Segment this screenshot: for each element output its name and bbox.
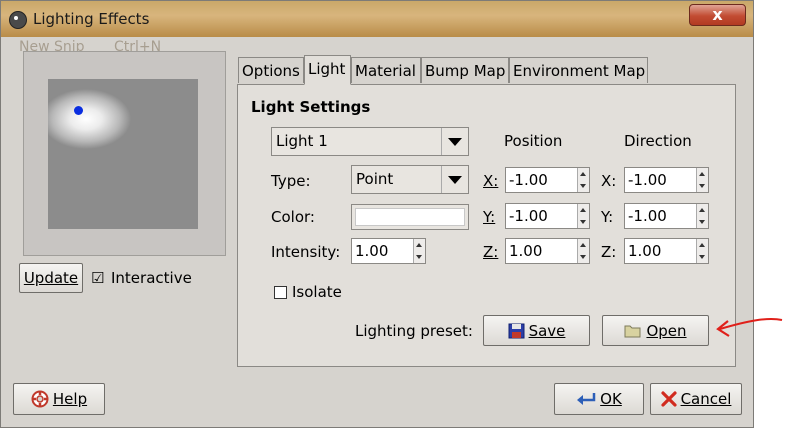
position-z-label: Z: xyxy=(483,243,499,261)
cancel-button[interactable]: Cancel xyxy=(650,383,742,415)
type-label: Type: xyxy=(271,172,311,190)
isolate-checkbox[interactable] xyxy=(274,286,287,299)
light-settings-heading: Light Settings xyxy=(251,98,371,116)
save-preset-button[interactable]: Save xyxy=(483,315,590,346)
help-button[interactable]: Help xyxy=(13,383,105,415)
light-preview[interactable] xyxy=(48,79,198,229)
gimp-app-icon xyxy=(9,11,27,29)
cancel-x-icon xyxy=(660,391,677,407)
ok-button[interactable]: OK xyxy=(554,383,644,415)
lighting-preset-label: Lighting preset: xyxy=(355,322,473,340)
position-z-spinner[interactable]: 1.00 xyxy=(505,238,590,264)
isolate-label: Isolate xyxy=(292,283,342,301)
floppy-disk-icon xyxy=(508,323,525,338)
position-y-spinner[interactable]: -1.00 xyxy=(505,203,590,229)
spin-arrows-icon[interactable] xyxy=(577,168,589,192)
type-select[interactable]: Point xyxy=(351,165,469,194)
interactive-label: Interactive xyxy=(111,269,192,287)
direction-z-label: Z: xyxy=(601,243,617,261)
enter-arrow-icon xyxy=(577,393,596,405)
lighting-effects-dialog: Lighting Effects New Snip Ctrl+N x Updat… xyxy=(0,0,754,428)
close-icon: x xyxy=(712,5,723,24)
position-x-label: X: xyxy=(483,172,499,190)
update-button[interactable]: Update xyxy=(19,263,83,293)
chevron-down-icon xyxy=(441,128,468,155)
title-bar[interactable]: Lighting Effects New Snip Ctrl+N x xyxy=(1,1,753,55)
spin-arrows-icon[interactable] xyxy=(577,204,589,228)
direction-y-label: Y: xyxy=(601,208,614,226)
intensity-label: Intensity: xyxy=(271,243,341,261)
spin-arrows-icon[interactable] xyxy=(696,239,708,263)
close-button[interactable]: x xyxy=(689,4,746,26)
tab-environment-map[interactable]: Environment Map xyxy=(509,57,648,83)
window-title: Lighting Effects xyxy=(33,10,150,28)
color-button[interactable] xyxy=(351,204,469,230)
lifebuoy-icon xyxy=(31,390,49,408)
spin-arrows-icon[interactable] xyxy=(413,239,425,263)
intensity-spinner[interactable]: 1.00 xyxy=(351,238,426,264)
preview-frame xyxy=(23,51,226,256)
position-x-spinner[interactable]: -1.00 xyxy=(505,167,590,193)
spin-arrows-icon[interactable] xyxy=(696,168,708,192)
light-position-handle[interactable] xyxy=(74,106,83,115)
color-swatch xyxy=(355,208,465,226)
chevron-down-icon xyxy=(441,166,468,193)
folder-open-icon xyxy=(624,325,641,338)
position-y-label: Y: xyxy=(483,208,496,226)
annotation-arrow-icon xyxy=(716,318,783,337)
spin-arrows-icon[interactable] xyxy=(577,239,589,263)
direction-x-label: X: xyxy=(601,172,617,190)
tab-material[interactable]: Material xyxy=(351,57,421,83)
tab-options[interactable]: Options xyxy=(238,57,304,83)
direction-z-spinner[interactable]: 1.00 xyxy=(624,238,709,264)
light-select[interactable]: Light 1 xyxy=(271,127,469,156)
open-preset-button[interactable]: Open xyxy=(602,315,709,346)
direction-x-spinner[interactable]: -1.00 xyxy=(624,167,709,193)
tab-light[interactable]: Light xyxy=(304,55,351,85)
direction-header: Direction xyxy=(624,132,692,150)
position-header: Position xyxy=(504,132,563,150)
spin-arrows-icon[interactable] xyxy=(696,204,708,228)
direction-y-spinner[interactable]: -1.00 xyxy=(624,203,709,229)
color-label: Color: xyxy=(271,208,315,226)
tab-bump-map[interactable]: Bump Map xyxy=(421,57,509,83)
interactive-checkbox[interactable]: ☑ xyxy=(91,269,104,287)
